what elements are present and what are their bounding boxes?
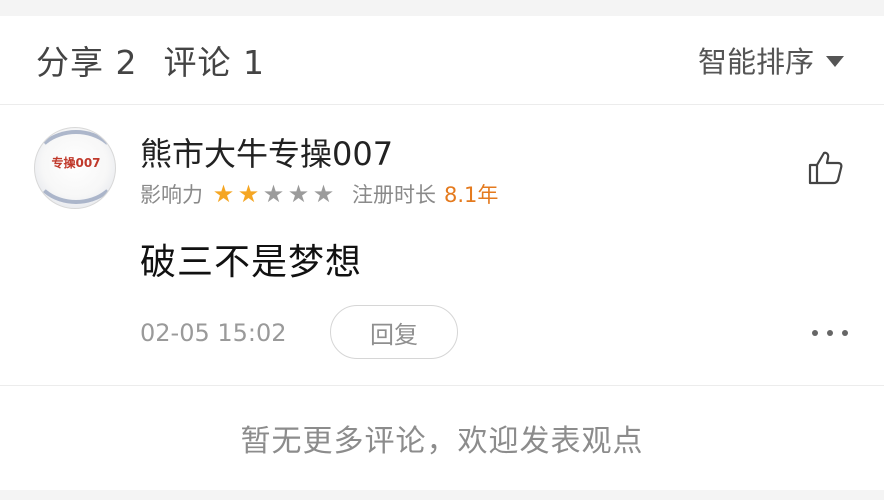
- star-empty-icon: ★: [262, 180, 285, 208]
- avatar-text: 专操007: [51, 156, 101, 170]
- tab-bar: 分享 2 评论 1: [36, 16, 265, 104]
- avatar[interactable]: 专操007: [34, 127, 116, 209]
- comments-page: 分享 2 评论 1 智能排序 专操007 熊市大牛专操007 影响力 ★ ★ ★ ★ ★…: [0, 0, 884, 500]
- sort-dropdown[interactable]: 智能排序: [698, 16, 844, 104]
- tab-comments[interactable]: 评论 1: [164, 36, 266, 84]
- influence-label: 影响力: [140, 183, 203, 207]
- comment-timestamp: 02-05 15:02: [140, 319, 287, 347]
- registration-label: 注册时长: [352, 183, 436, 207]
- caret-down-icon: [826, 55, 844, 67]
- sort-label: 智能排序: [697, 45, 814, 79]
- more-icon[interactable]: [812, 315, 848, 351]
- thumbs-up-icon[interactable]: [806, 149, 844, 187]
- user-meta: 影响力 ★ ★ ★ ★ ★ 注册时长 8.1年: [140, 179, 498, 209]
- tab-share[interactable]: 分享 2: [36, 36, 138, 84]
- more-dot: [842, 330, 848, 336]
- star-empty-icon: ★: [287, 180, 310, 208]
- reply-button[interactable]: 回复: [330, 305, 458, 359]
- star-empty-icon: ★: [312, 180, 335, 208]
- comments-header: 分享 2 评论 1 智能排序: [0, 16, 884, 104]
- comment-item: 专操007 熊市大牛专操007 影响力 ★ ★ ★ ★ ★ 注册时长 8.1年 破三不是…: [0, 104, 884, 386]
- influence-stars: ★ ★ ★ ★ ★: [211, 182, 336, 206]
- registration-value: 8.1年: [444, 183, 499, 207]
- comment-content: 破三不是梦想: [140, 242, 363, 283]
- more-dot: [827, 330, 833, 336]
- more-dot: [812, 330, 818, 336]
- star-filled-icon: ★: [212, 180, 235, 208]
- no-more-comments: 暂无更多评论，欢迎发表观点: [0, 386, 884, 490]
- star-filled-icon: ★: [237, 180, 260, 208]
- username[interactable]: 熊市大牛专操007: [140, 129, 393, 175]
